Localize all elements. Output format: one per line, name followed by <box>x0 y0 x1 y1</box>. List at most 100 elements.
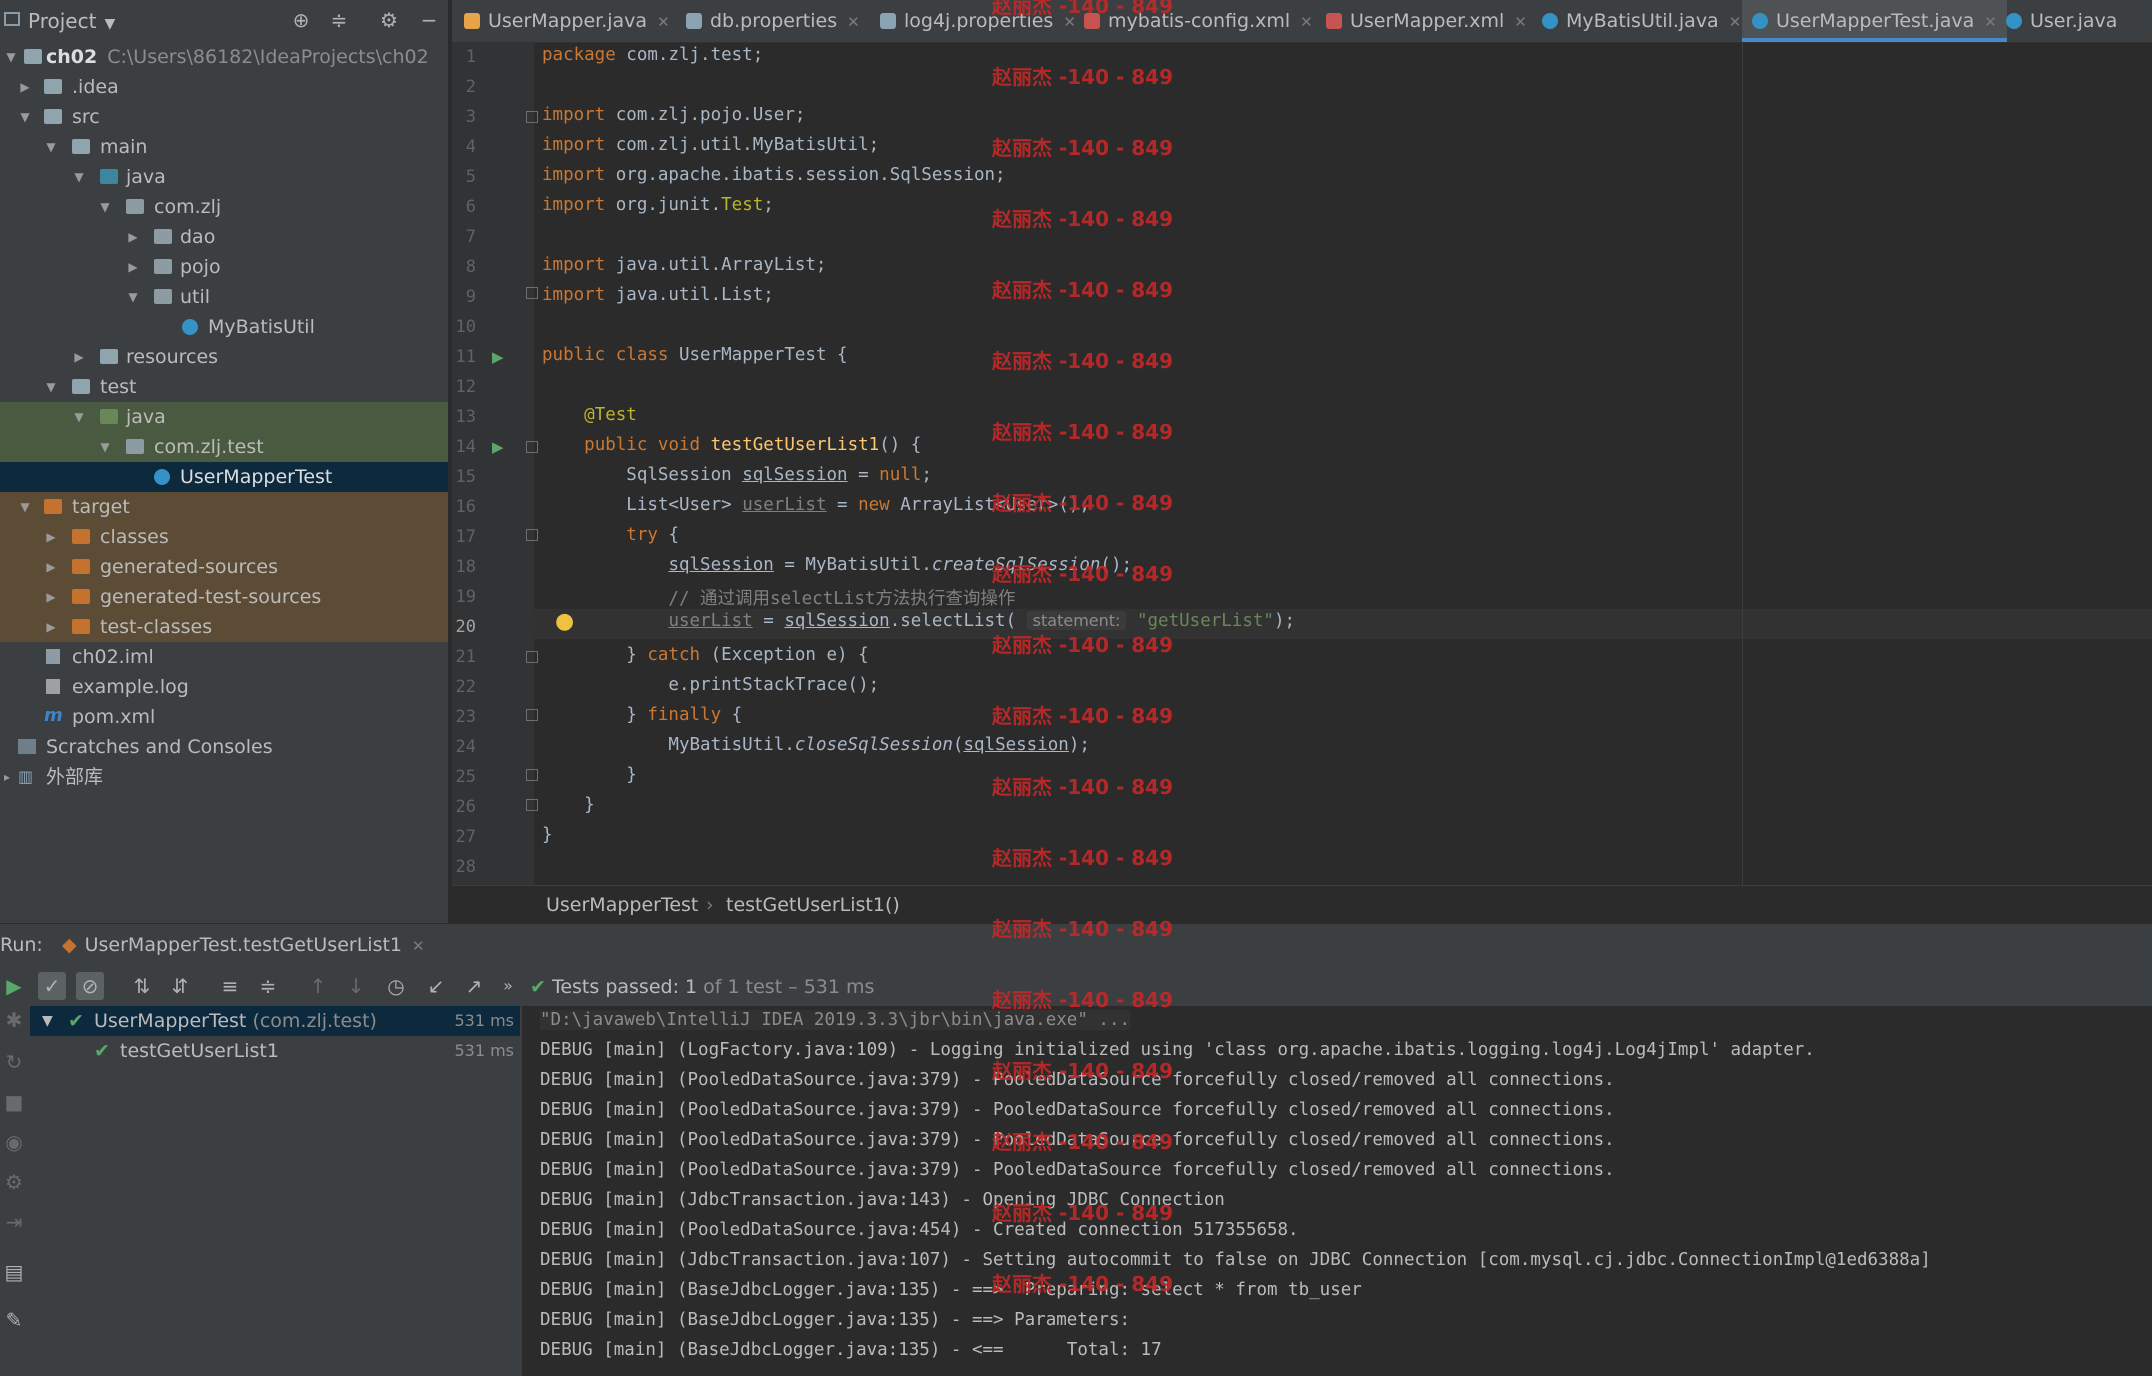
expand-icon[interactable]: ▼ <box>2 42 20 72</box>
fold-marker-icon[interactable] <box>526 287 538 299</box>
tree-item-idea[interactable]: ▶ .idea <box>0 72 448 102</box>
fold-marker-icon[interactable] <box>526 799 538 811</box>
tree-item-usermappertest[interactable]: UserMapperTest <box>0 462 448 492</box>
settings-icon[interactable]: ⚙ <box>0 1168 28 1196</box>
test-suite-row[interactable]: ▼ ✔ UserMapperTest (com.zlj.test) 531 ms <box>30 1006 520 1036</box>
collapse-icon[interactable]: ▶ <box>16 72 34 102</box>
breadcrumb-class[interactable]: UserMapperTest <box>546 894 698 916</box>
collapse-icon[interactable]: ▶ <box>42 522 60 552</box>
fold-marker-icon[interactable] <box>526 709 538 721</box>
hide-icon[interactable]: − <box>418 9 440 31</box>
expand-icon[interactable]: ▼ <box>42 372 60 402</box>
export-icon[interactable]: ↗ <box>460 972 488 1000</box>
expand-icon[interactable]: ▼ <box>16 492 34 522</box>
more-icon[interactable]: » <box>494 972 522 1000</box>
tree-item-scratches[interactable]: Scratches and Consoles <box>0 732 448 762</box>
close-icon[interactable]: ✕ <box>847 13 860 31</box>
show-ignored-icon[interactable]: ⊘ <box>76 972 104 1000</box>
collapse-icon[interactable]: ▸ <box>0 762 16 792</box>
expand-icon[interactable]: ▼ <box>96 192 114 222</box>
tree-item-main[interactable]: ▼ main <box>0 132 448 162</box>
tree-item-generated-test-sources[interactable]: ▶ generated-test-sources <box>0 582 448 612</box>
expand-icon[interactable]: ▼ <box>42 1006 53 1036</box>
collapse-icon[interactable]: ▶ <box>70 342 88 372</box>
run-test-method-icon[interactable]: ▶ <box>492 440 508 455</box>
close-icon[interactable]: ✕ <box>412 937 425 955</box>
code-editor[interactable]: 1 2 3 4 5 6 7 8 9 10 11 12 13 14 15 16 17 18 19 20 21 22 23 24 2… <box>452 43 2152 885</box>
expand-icon[interactable]: ▼ <box>42 132 60 162</box>
run-tab[interactable]: ◆ UserMapperTest.testGetUserList1 ✕ <box>62 934 425 956</box>
import-tests-icon[interactable]: ↙ <box>422 972 450 1000</box>
close-icon[interactable]: ✕ <box>1300 13 1313 31</box>
tree-item-test-classes[interactable]: ▶ test-classes <box>0 612 448 642</box>
exit-icon[interactable]: ⇥ <box>0 1208 28 1236</box>
fold-marker-icon[interactable] <box>526 529 538 541</box>
close-icon[interactable]: ✕ <box>1984 13 1997 31</box>
breadcrumb-method[interactable]: testGetUserList1() <box>726 894 900 916</box>
tab-usermappertest-java[interactable]: UserMapperTest.java ✕ <box>1742 0 2007 42</box>
close-icon[interactable]: ✕ <box>657 13 670 31</box>
gear-icon[interactable]: ⚙ <box>378 9 400 31</box>
fold-marker-icon[interactable] <box>526 651 538 663</box>
tree-item-target[interactable]: ▼ target <box>0 492 448 522</box>
collapse-all-icon[interactable]: ≑ <box>254 972 282 1000</box>
stop-icon[interactable]: ■ <box>0 1088 28 1116</box>
tree-item-util[interactable]: ▼ util <box>0 282 448 312</box>
tree-item-mybatisutil[interactable]: MyBatisUtil <box>0 312 448 342</box>
run-test-class-icon[interactable]: ▶ <box>492 350 508 365</box>
expand-icon[interactable]: ▼ <box>124 282 142 312</box>
tree-item-resources[interactable]: ▶ resources <box>0 342 448 372</box>
locate-icon[interactable]: ⊕ <box>290 9 312 31</box>
tab-db-properties[interactable]: db.properties ✕ <box>686 0 860 42</box>
close-icon[interactable]: ✕ <box>1729 13 1742 31</box>
restart-icon[interactable]: ↻ <box>0 1048 28 1076</box>
pin-icon[interactable]: ✎ <box>0 1306 28 1334</box>
tree-item-com-zlj[interactable]: ▼ com.zlj <box>0 192 448 222</box>
debug-icon[interactable]: ✱ <box>0 1006 28 1034</box>
show-passed-icon[interactable]: ✓ <box>38 972 66 1000</box>
layout-icon[interactable]: ▤ <box>0 1258 28 1286</box>
camera-icon[interactable]: ◉ <box>0 1128 28 1156</box>
fold-marker-icon[interactable] <box>526 111 538 123</box>
close-icon[interactable]: ✕ <box>1514 13 1527 31</box>
tab-user-java[interactable]: User.java <box>2006 0 2117 42</box>
rerun-icon[interactable]: ▶ <box>0 972 28 1000</box>
expand-all-icon[interactable]: ≡ <box>216 972 244 1000</box>
tree-item-pom-xml[interactable]: m pom.xml <box>0 702 448 732</box>
tree-item-classes[interactable]: ▶ classes <box>0 522 448 552</box>
tree-item-ch02-iml[interactable]: ch02.iml <box>0 642 448 672</box>
tree-item-external-libraries[interactable]: ▸ ▥ 外部库 <box>0 762 448 792</box>
tab-usermapper-java[interactable]: UserMapper.java ✕ <box>464 0 670 42</box>
collapse-icon[interactable]: ▶ <box>124 222 142 252</box>
collapse-icon[interactable]: ▶ <box>42 612 60 642</box>
tree-item-generated-sources[interactable]: ▶ generated-sources <box>0 552 448 582</box>
expand-icon[interactable]: ▼ <box>70 402 88 432</box>
expand-icon[interactable]: ▼ <box>70 162 88 192</box>
tree-item-test-java[interactable]: ▼ java <box>0 402 448 432</box>
history-icon[interactable]: ◷ <box>382 972 410 1000</box>
expand-icon[interactable]: ▼ <box>16 102 34 132</box>
tree-item-main-java[interactable]: ▼ java <box>0 162 448 192</box>
tree-item-ch02[interactable]: ▼ ch02 C:\Users\86182\IdeaProjects\ch02 <box>0 42 448 72</box>
tree-item-example-log[interactable]: example.log <box>0 672 448 702</box>
sort-alphabetically-icon[interactable]: ⇅ <box>128 972 156 1000</box>
tree-item-test[interactable]: ▼ test <box>0 372 448 402</box>
expand-icon[interactable]: ▼ <box>96 432 114 462</box>
project-view-selector[interactable]: Project ▼ <box>28 9 115 33</box>
arrow-up-icon[interactable]: ↑ <box>304 972 332 1000</box>
test-case-row[interactable]: ✔ testGetUserList1 531 ms <box>30 1036 520 1066</box>
collapse-all-icon[interactable]: ≑ <box>328 9 350 31</box>
tree-item-dao[interactable]: ▶ dao <box>0 222 448 252</box>
collapse-icon[interactable]: ▶ <box>42 552 60 582</box>
tab-usermapper-xml[interactable]: UserMapper.xml ✕ <box>1326 0 1527 42</box>
fold-marker-icon[interactable] <box>526 441 538 453</box>
collapse-icon[interactable]: ▶ <box>42 582 60 612</box>
tree-item-com-zlj-test[interactable]: ▼ com.zlj.test <box>0 432 448 462</box>
sort-by-duration-icon[interactable]: ⇵ <box>166 972 194 1000</box>
tree-item-src[interactable]: ▼ src <box>0 102 448 132</box>
collapse-icon[interactable]: ▶ <box>124 252 142 282</box>
tab-mybatisutil-java[interactable]: MyBatisUtil.java ✕ <box>1542 0 1741 42</box>
fold-marker-icon[interactable] <box>526 769 538 781</box>
console-output[interactable]: "D:\javaweb\IntelliJ IDEA 2019.3.3\jbr\b… <box>522 1006 2152 1376</box>
arrow-down-icon[interactable]: ↓ <box>342 972 370 1000</box>
